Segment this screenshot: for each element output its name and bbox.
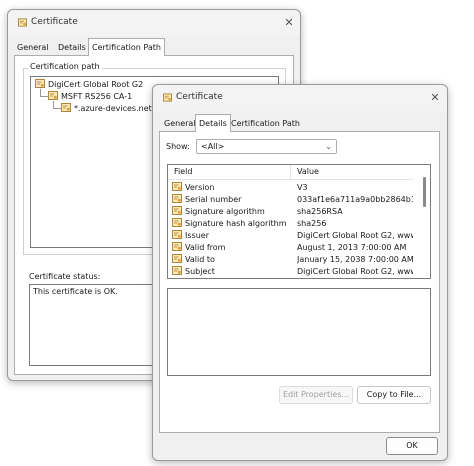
value-cell: V3 xyxy=(297,183,308,192)
show-label: Show: xyxy=(166,142,190,151)
certificate-icon xyxy=(18,18,27,27)
edit-properties-button[interactable]: Edit Properties... xyxy=(279,386,353,404)
tab-details[interactable]: Details xyxy=(55,40,89,55)
list-header: Field Value xyxy=(168,165,413,180)
field-cell: Signature hash algorithm xyxy=(172,218,288,230)
tree-node-label: DigiCert Global Root G2 xyxy=(48,80,144,89)
scrollbar-thumb[interactable] xyxy=(423,177,426,207)
field-name: Signature hash algorithm xyxy=(185,219,287,228)
field-cell: Version xyxy=(172,182,288,194)
certificate-icon xyxy=(172,182,182,191)
table-row[interactable]: Signature algorithm sha256RSA xyxy=(168,206,413,218)
field-name: Serial number xyxy=(185,195,242,204)
certificate-status-label: Certificate status: xyxy=(29,272,101,281)
certificate-fields-list[interactable]: Field Value Version V3 Serial number 033… xyxy=(167,164,431,279)
field-cell: Valid from xyxy=(172,242,288,254)
table-row[interactable]: Issuer DigiCert Global Root G2, www.... xyxy=(168,230,413,242)
tree-node-root[interactable]: DigiCert Global Root G2 xyxy=(35,79,143,89)
certificate-icon xyxy=(35,79,45,88)
tab-general[interactable]: General xyxy=(161,116,199,131)
certificate-status-text: This certificate is OK. xyxy=(33,287,118,296)
tab-details[interactable]: Details xyxy=(195,114,231,132)
value-cell: August 1, 2013 7:00:00 AM xyxy=(297,243,407,252)
table-row[interactable]: Valid to January 15, 2038 7:00:00 AM xyxy=(168,254,413,266)
field-name: Valid to xyxy=(185,255,215,264)
back-dialog-title: Certificate xyxy=(31,17,78,27)
certificate-icon xyxy=(61,103,71,112)
value-cell: sha256 xyxy=(297,219,327,228)
show-dropdown-value: <All> xyxy=(201,142,225,151)
certificate-icon xyxy=(163,93,172,102)
front-tab-strip: General Details Certification Path xyxy=(161,114,441,132)
close-icon[interactable]: ✕ xyxy=(282,16,296,30)
column-header-field[interactable]: Field xyxy=(174,165,192,179)
value-cell: DigiCert Global Root G2, www.... xyxy=(297,267,413,276)
field-name: Subject xyxy=(185,267,215,276)
certificate-icon xyxy=(172,242,182,251)
value-cell: sha256RSA xyxy=(297,207,343,216)
certificate-icon xyxy=(172,230,182,239)
field-name: Issuer xyxy=(185,231,209,240)
field-cell: Issuer xyxy=(172,230,288,242)
table-row[interactable]: Valid from August 1, 2013 7:00:00 AM xyxy=(168,242,413,254)
field-name: Valid from xyxy=(185,243,226,252)
field-cell: Subject xyxy=(172,266,288,278)
tree-node-intermediate[interactable]: MSFT RS256 CA-1 xyxy=(48,91,132,101)
certificate-icon xyxy=(48,91,58,100)
table-row[interactable]: Subject DigiCert Global Root G2, www.... xyxy=(168,266,413,278)
certification-path-label: Certification path xyxy=(28,62,102,71)
back-title-bar[interactable]: Certificate ✕ xyxy=(8,10,300,36)
value-cell: 033af1e6a711a9a0bb2864b1... xyxy=(297,195,413,204)
field-name: Version xyxy=(185,183,215,192)
list-scrollbar[interactable] xyxy=(420,165,430,278)
table-row[interactable]: Version V3 xyxy=(168,182,413,194)
column-header-value[interactable]: Value xyxy=(297,165,319,179)
certificate-icon xyxy=(172,218,182,227)
tree-node-label: *.azure-devices.net xyxy=(74,104,152,113)
tab-general[interactable]: General xyxy=(14,40,52,55)
field-cell: Signature algorithm xyxy=(172,206,288,218)
certificate-icon xyxy=(172,194,182,203)
field-value-details-box[interactable] xyxy=(167,288,431,376)
certificate-icon xyxy=(172,206,182,215)
field-name: Signature algorithm xyxy=(185,207,265,216)
value-cell: January 15, 2038 7:00:00 AM xyxy=(297,255,413,264)
show-dropdown[interactable]: <All> ⌄ xyxy=(196,139,337,154)
field-cell: Serial number xyxy=(172,194,288,206)
value-cell: DigiCert Global Root G2, www.... xyxy=(297,231,413,240)
tree-node-label: MSFT RS256 CA-1 xyxy=(61,92,133,101)
back-tab-strip: General Details Certification Path xyxy=(14,38,294,56)
ok-button[interactable]: OK xyxy=(386,437,438,455)
copy-to-file-button[interactable]: Copy to File... xyxy=(357,386,431,404)
front-title-bar[interactable]: Certificate ✕ xyxy=(153,85,447,111)
tree-node-leaf[interactable]: *.azure-devices.net xyxy=(61,103,152,113)
front-tab-panel: Show: <All> ⌄ Field Value Version V3 Ser… xyxy=(159,131,440,433)
chevron-down-icon: ⌄ xyxy=(325,142,332,151)
tab-certification-path[interactable]: Certification Path xyxy=(88,38,165,56)
field-cell: Valid to xyxy=(172,254,288,266)
table-row[interactable]: Serial number 033af1e6a711a9a0bb2864b1..… xyxy=(168,194,413,206)
close-icon[interactable]: ✕ xyxy=(428,91,442,105)
front-dialog-title: Certificate xyxy=(176,92,223,102)
tab-certification-path[interactable]: Certification Path xyxy=(228,116,303,131)
front-certificate-dialog: Certificate ✕ General Details Certificat… xyxy=(152,84,448,461)
certificate-icon xyxy=(172,266,182,275)
table-row[interactable]: Signature hash algorithm sha256 xyxy=(168,218,413,230)
certificate-icon xyxy=(172,254,182,263)
